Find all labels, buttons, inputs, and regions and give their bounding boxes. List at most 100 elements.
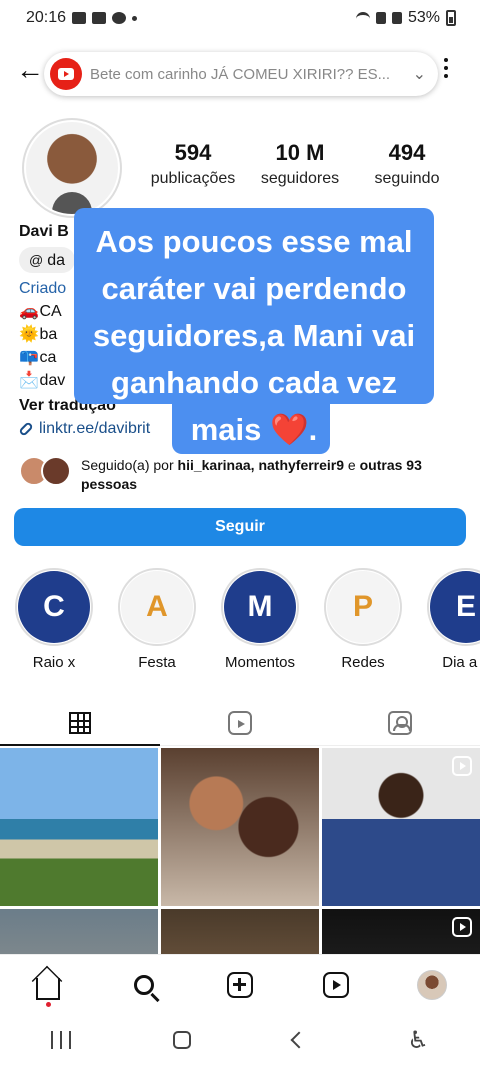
highlight-cover: A [121,571,193,643]
followed-prefix: Seguido(a) por [81,457,178,473]
stat-followers[interactable]: 10 M seguidores [247,140,353,188]
reel-icon [452,917,472,937]
caption-trail: . [308,412,318,447]
followed-by[interactable]: Seguido(a) por hii_karinaa, nathyferreir… [19,456,459,494]
threads-handle: da [47,251,66,269]
profile-avatar[interactable] [22,118,122,218]
car-icon: 🚗 [19,303,39,320]
stat-label: seguindo [374,170,440,187]
stat-label: publicações [150,170,236,187]
post-thumbnail[interactable] [322,909,480,954]
search-icon [134,974,154,995]
heart-icon: ❤️ [270,412,309,447]
search-text: Bete com carinho JÁ COMEU XIRIRI?? ES... [90,65,391,83]
wifi-icon [355,12,370,24]
stat-posts[interactable]: 594 publicações [140,140,246,188]
battery-percent: 53% [407,9,440,26]
nav-home[interactable] [24,961,72,1009]
profile-header: 594 publicações 10 M seguidores 494 segu… [0,118,480,218]
threads-icon: @ [29,251,44,268]
tab-tagged[interactable] [320,700,480,745]
highlight-label: Raio x [32,654,76,671]
gallery-notification-icon [92,12,107,24]
highlight-cover: C [18,571,90,643]
post-thumbnail[interactable] [161,909,319,954]
post-thumbnail[interactable] [0,909,158,954]
highlight-cover: M [224,571,296,643]
battery-icon [446,10,456,26]
recents-icon[interactable] [51,1031,72,1049]
youtube-overlay-search[interactable]: Bete com carinho JÁ COMEU XIRIRI?? ES...… [44,52,438,96]
add-icon [227,971,253,998]
avatar [41,456,71,486]
tab-posts[interactable] [0,700,160,746]
system-back-icon[interactable] [290,1031,308,1049]
accessibility-icon[interactable]: ♿ [407,1026,429,1055]
home-icon [36,977,60,1000]
highlight-ring: C [15,568,93,646]
profile-tabs [0,700,480,746]
more-options-icon[interactable] [444,58,448,78]
status-right: 53% [355,9,456,27]
nav-reels[interactable] [312,961,360,1009]
stat-value: 10 M [275,140,325,165]
grid-icon [69,711,91,734]
status-time: 20:16 [26,9,67,26]
follow-button[interactable]: Seguir [14,508,466,546]
highlight-ring: A [118,568,196,646]
post-grid [0,748,480,954]
follower-avatars [19,456,73,486]
chevron-down-icon[interactable]: ⌄ [413,64,426,84]
highlight-raio-x[interactable]: C Raio x [14,568,94,671]
post-thumbnail[interactable] [322,748,480,906]
nav-profile[interactable] [408,961,456,1009]
back-arrow-icon[interactable]: ← [16,56,44,84]
youtube-icon [50,58,82,90]
highlight-momentos[interactable]: M Momentos [220,568,300,671]
bio-text: dav [39,372,66,389]
reels-icon [228,710,252,735]
bio-text: CA [39,303,62,320]
status-left: 20:16 [26,9,138,27]
signal-icon [375,12,386,24]
reel-icon [452,756,472,776]
highlight-ring: M [221,568,299,646]
threads-chip[interactable]: @ da [19,247,76,273]
followed-suffix: pessoas [81,476,138,492]
system-nav: ♿ [0,1014,480,1066]
bottom-nav [0,954,480,1014]
highlight-label: Momentos [224,654,296,671]
highlight-redes[interactable]: P Redes [323,568,403,671]
soccer-notification-icon [112,12,127,24]
followed-middle: e [344,457,360,473]
highlight-label: Dia a d [442,654,480,671]
nav-create[interactable] [216,961,264,1009]
reels-icon [323,971,349,998]
highlight-festa[interactable]: A Festa [117,568,197,671]
highlight-dia-a-dia[interactable]: E Dia a d [426,568,480,671]
nav-search[interactable] [120,961,168,1009]
post-thumbnail[interactable] [161,748,319,906]
sun-icon: 🌞 [19,326,39,343]
tab-reels[interactable] [160,700,320,745]
post-thumbnail[interactable] [0,748,158,906]
link-icon [18,420,34,437]
inbox-icon: 📩 [19,372,39,389]
mailbox-icon: 📪 [19,349,39,366]
highlight-cover: E [430,571,480,643]
caption-overlay-text: Aos poucos esse mal caráter vai perdendo… [74,218,434,453]
stat-following[interactable]: 494 seguindo [354,140,460,188]
youtube-notification-icon [72,12,87,24]
avatar-image [26,122,118,214]
stat-value: 494 [388,140,426,165]
signal-icon-2 [391,12,402,24]
highlight-ring: E [427,568,480,646]
system-home-icon[interactable] [173,1031,192,1049]
bio-text: ca [39,349,57,366]
tagged-icon [388,710,412,735]
bio-text: ba [39,326,58,343]
stat-value: 594 [174,140,212,165]
followed-by-text: Seguido(a) por hii_karinaa, nathyferreir… [81,456,422,494]
notification-dot [46,1001,51,1007]
more-notifications-icon [132,15,138,21]
